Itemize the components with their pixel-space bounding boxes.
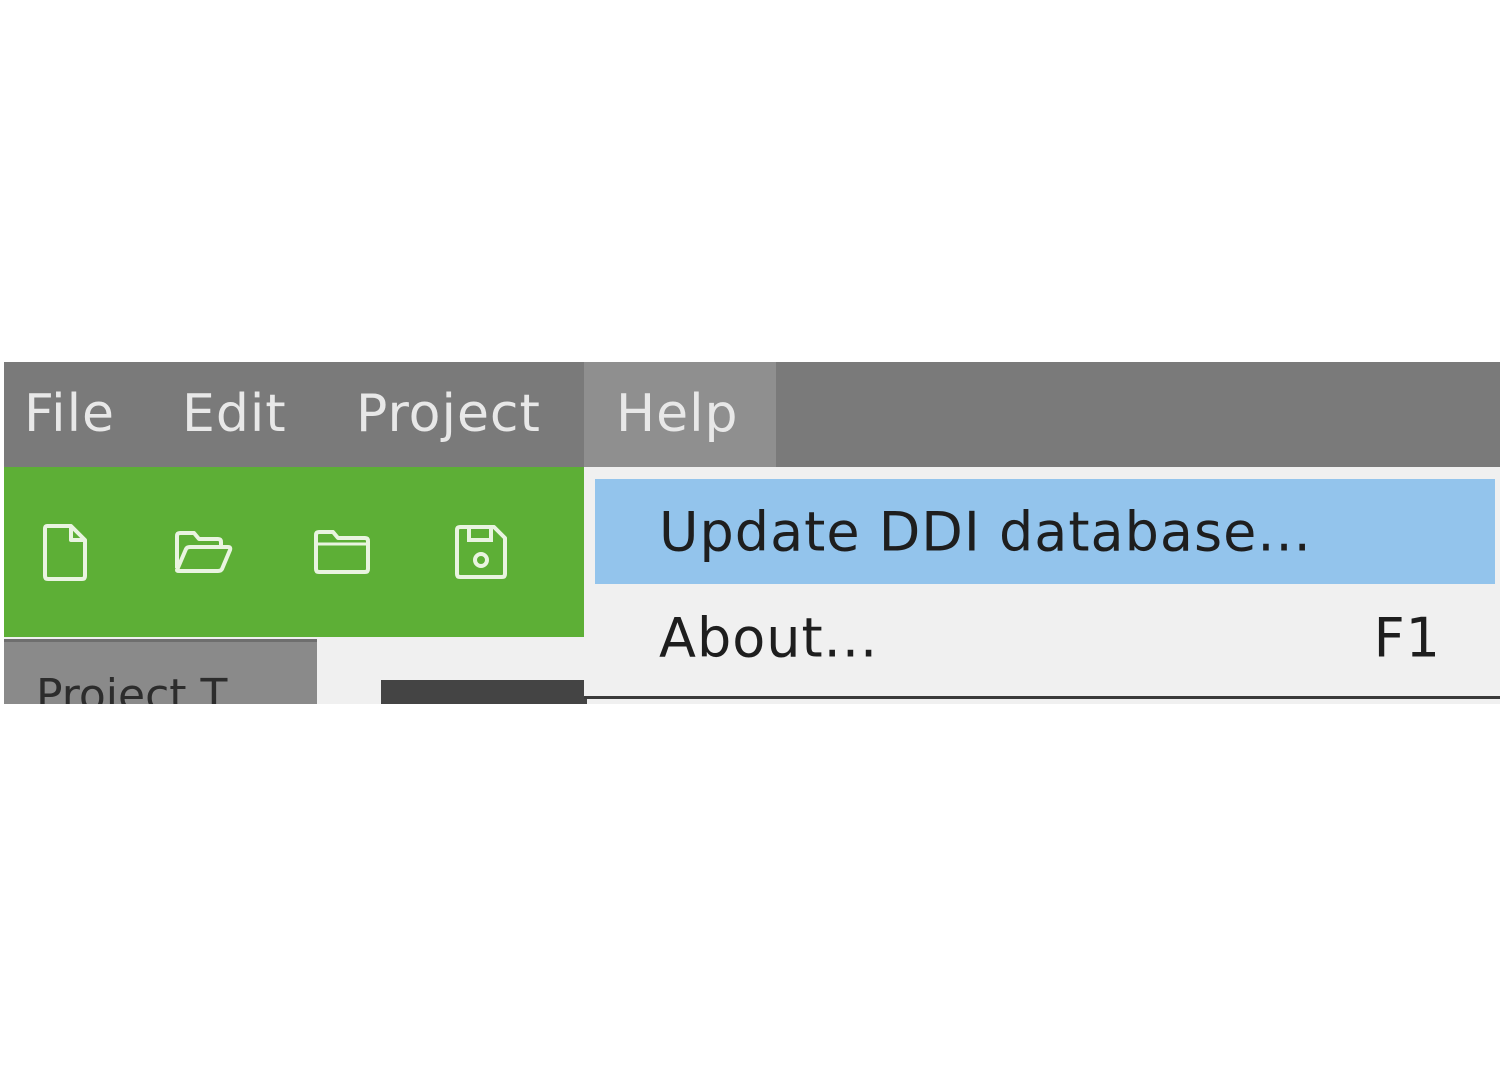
- open-folder-icon: [175, 531, 233, 573]
- folder-icon: [314, 530, 370, 574]
- menu-item-about[interactable]: About... F1: [595, 585, 1495, 690]
- menu-item-label: Update DDI database...: [659, 500, 1312, 563]
- new-file-icon: [43, 524, 87, 581]
- open-project-button[interactable]: [168, 517, 238, 587]
- app-window: File Edit Project Help Project T Update …: [4, 362, 1500, 704]
- menu-item-update-ddi-database[interactable]: Update DDI database...: [595, 479, 1495, 584]
- menu-item-shortcut: F1: [1373, 606, 1441, 669]
- save-icon: [455, 525, 507, 579]
- project-tab[interactable]: Project T: [4, 639, 317, 704]
- folder-button[interactable]: [307, 517, 377, 587]
- menu-file[interactable]: File: [24, 362, 115, 467]
- toolbar: [4, 467, 584, 637]
- menu-project[interactable]: Project: [356, 362, 541, 467]
- menu-edit[interactable]: Edit: [182, 362, 287, 467]
- menu-help[interactable]: Help: [584, 362, 776, 467]
- project-tab-label: Project T: [36, 670, 228, 704]
- save-button[interactable]: [446, 517, 516, 587]
- panel-header: [381, 680, 587, 704]
- menu-item-label: About...: [659, 606, 879, 669]
- help-dropdown-menu: Update DDI database... About... F1: [584, 467, 1500, 699]
- menu-bar: File Edit Project Help: [4, 362, 1500, 467]
- new-file-button[interactable]: [30, 517, 100, 587]
